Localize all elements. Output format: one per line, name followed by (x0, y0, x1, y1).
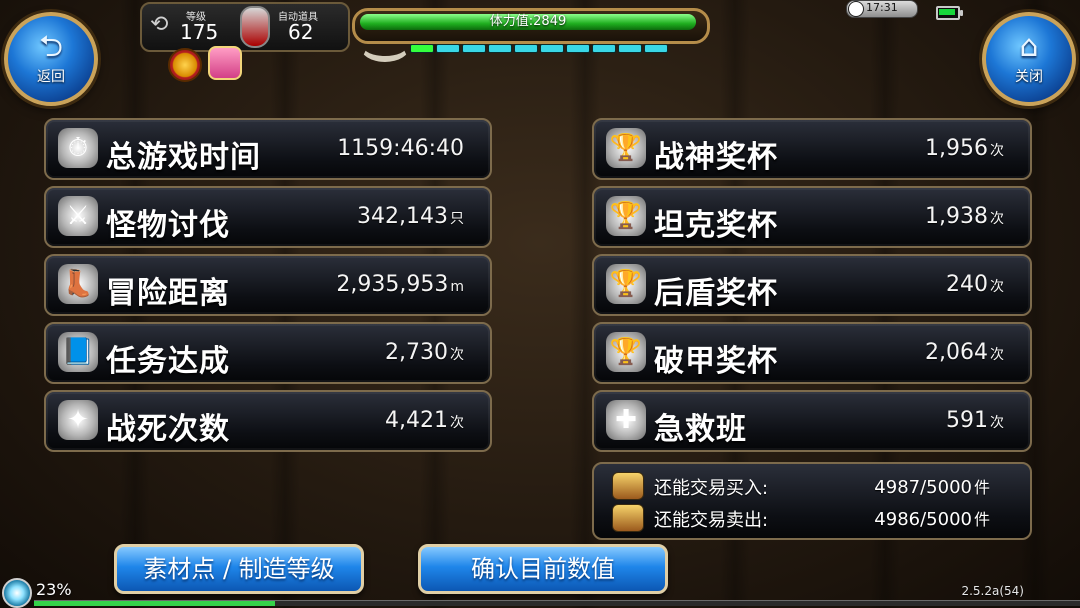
back-button[interactable]: ⮌ 返回 (4, 12, 98, 106)
stat-label: 后盾奖杯 (654, 276, 778, 311)
stat-value: 4,421 次 (385, 408, 464, 433)
time-text: 17:31 (866, 1, 898, 14)
trade-sell-value: 4986/5000 件 (874, 509, 990, 530)
stat-label: 总游戏时间 (106, 140, 261, 175)
stat-row-quests-completed: 📘 任务达成 2,730 次 (44, 322, 492, 384)
stat-unit: 次 (990, 279, 1004, 295)
gift-icon[interactable] (208, 46, 242, 80)
stat-label: 任务达成 (106, 344, 230, 379)
back-label: 返回 (37, 69, 65, 85)
auto-items-value: 62 (288, 20, 314, 44)
stat-unit: 次 (990, 143, 1004, 159)
close-label: 关闭 (1015, 69, 1043, 85)
stat-row-tank-trophy: 🏆 坦克奖杯 1,938 次 (592, 186, 1032, 248)
book-icon: 📘 (58, 332, 98, 372)
stat-row-deaths: ✦ 战死次数 4,421 次 (44, 390, 492, 452)
level-icon: ⟲ (150, 12, 169, 37)
stat-unit: 只 (450, 211, 464, 227)
stat-label: 冒险距离 (106, 276, 230, 311)
stat-value: 1159:46:40 (337, 136, 464, 161)
home-icon: ⌂ (1019, 29, 1039, 64)
stamina-segment (644, 44, 668, 53)
stat-value: 2,730 次 (385, 340, 464, 365)
stat-row-war-god-trophy: 🏆 战神奖杯 1,956 次 (592, 118, 1032, 180)
trophy-icon: 🏆 (606, 332, 646, 372)
stat-value: 1,956 次 (925, 136, 1004, 161)
level-value: 175 (180, 20, 219, 44)
stat-label: 破甲奖杯 (654, 344, 778, 379)
stat-value: 240 次 (946, 272, 1004, 297)
stat-row-support-trophy: 🏆 后盾奖杯 240 次 (592, 254, 1032, 316)
stat-value: 2,935,953 m (336, 272, 464, 297)
stat-value: 2,064 次 (925, 340, 1004, 365)
stat-row-adventure-distance: 👢 冒险距离 2,935,953 m (44, 254, 492, 316)
back-arrow-icon: ⮌ (38, 29, 64, 64)
stat-label: 急救班 (654, 412, 747, 447)
stamina-segment (592, 44, 616, 53)
stamina-segment (566, 44, 590, 53)
close-button[interactable]: ⌂ 关闭 (982, 12, 1076, 106)
stat-unit: 次 (990, 415, 1004, 431)
trade-sell-unit: 件 (973, 510, 990, 529)
stat-unit: 次 (990, 211, 1004, 227)
stars-icon: ✦ (58, 400, 98, 440)
loading-ring-icon (2, 578, 32, 608)
stamina-segment (410, 44, 434, 53)
trophy-icon: 🏆 (606, 196, 646, 236)
stamina-segment (540, 44, 564, 53)
material-crafting-level-button[interactable]: 素材点 / 制造等级 (114, 544, 364, 594)
crescent-ornament-icon (360, 30, 410, 62)
stamina-segment (618, 44, 642, 53)
stat-row-first-aid: ✚ 急救班 591 次 (592, 390, 1032, 452)
clock-icon (848, 1, 864, 17)
potion-icon (240, 6, 270, 48)
battery-icon (936, 6, 963, 20)
stat-label: 战神奖杯 (654, 140, 778, 175)
stamina-segment (514, 44, 538, 53)
trade-sell-label: 还能交易卖出: (654, 510, 769, 531)
trade-buy-label: 还能交易买入: (654, 478, 769, 499)
medal-icon[interactable] (168, 48, 202, 82)
stamina-segment (436, 44, 460, 53)
confirm-current-values-button[interactable]: 确认目前数值 (418, 544, 668, 594)
stamina-segment (462, 44, 486, 53)
stat-label: 坦克奖杯 (654, 208, 778, 243)
trade-limits-panel: 还能交易买入: 4987/5000 件 还能交易卖出: 4986/5000 件 (592, 462, 1032, 540)
trade-buy-value: 4987/5000 件 (874, 477, 990, 498)
stat-row-armor-break-trophy: 🏆 破甲奖杯 2,064 次 (592, 322, 1032, 384)
stat-unit: m (450, 279, 464, 295)
stat-unit: 次 (990, 347, 1004, 363)
stat-value: 342,143 只 (357, 204, 464, 229)
stopwatch-icon: ⏱ (58, 128, 98, 168)
stat-unit: 次 (450, 415, 464, 431)
trophy-icon: 🏆 (606, 264, 646, 304)
stamina-segment (488, 44, 512, 53)
trade-buy-unit: 件 (973, 478, 990, 497)
progress-fill (34, 601, 275, 606)
stat-label: 战死次数 (106, 412, 230, 447)
version-text: 2.5.2a(54) (961, 584, 1024, 598)
stat-unit: 次 (450, 347, 464, 363)
progress-bar (34, 600, 1080, 606)
stat-row-monster-kills: ⚔ 怪物讨伐 342,143 只 (44, 186, 492, 248)
shop-sell-icon (612, 504, 644, 532)
shop-buy-icon (612, 472, 644, 500)
boot-icon: 👢 (58, 264, 98, 304)
stat-label: 怪物讨伐 (106, 208, 230, 243)
progress-percent: 23% (36, 580, 72, 599)
stat-row-total-play-time: ⏱ 总游戏时间 1159:46:40 (44, 118, 492, 180)
trophy-icon: 🏆 (606, 128, 646, 168)
stamina-text: 体力值:2849 (489, 14, 567, 29)
medic-icon: ✚ (606, 400, 646, 440)
stat-value: 591 次 (946, 408, 1004, 433)
stat-value: 1,938 次 (925, 204, 1004, 229)
sword-icon: ⚔ (58, 196, 98, 236)
